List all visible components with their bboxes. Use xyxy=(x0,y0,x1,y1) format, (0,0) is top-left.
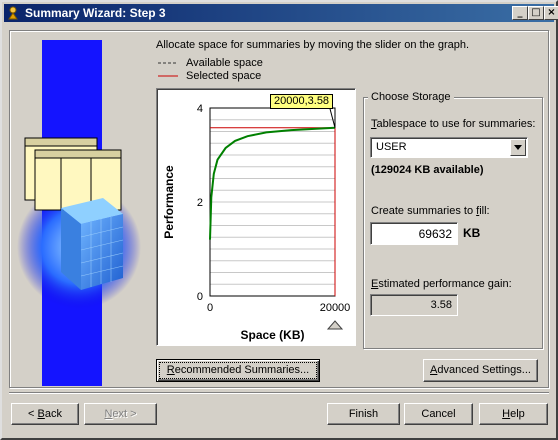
back-text: ack xyxy=(44,408,62,420)
next-text: ext xyxy=(112,408,128,420)
help-button[interactable]: Help xyxy=(479,403,548,425)
gain-label-text: stimated performance gain: xyxy=(378,278,512,290)
fill-label-suffix: ill: xyxy=(479,205,490,217)
performance-chart-panel[interactable]: 4 2 0 0 20000 Space (KB) Performance 20000,3.5… xyxy=(156,88,356,346)
tablespace-select-value: USER xyxy=(376,141,407,153)
y-tick-label: 4 xyxy=(197,103,203,115)
next-button[interactable]: Next > xyxy=(84,403,157,425)
next-arrow-icon: > xyxy=(127,408,137,420)
title-bar[interactable]: Summary Wizard: Step 3 _ □ × xyxy=(4,4,558,22)
dropdown-arrow-button[interactable] xyxy=(510,139,526,156)
fill-size-value: 69632 xyxy=(418,227,452,241)
wizard-app-icon xyxy=(7,6,21,20)
x-tick-label: 0 xyxy=(207,302,213,314)
estimated-gain-field: 3.58 xyxy=(370,294,458,316)
fill-size-input[interactable]: 69632 xyxy=(370,222,458,245)
fill-unit-label: KB xyxy=(463,226,481,240)
recommended-summaries-button[interactable]: Recommended Summaries... xyxy=(156,359,320,382)
fill-label: Create summaries to fill: xyxy=(371,205,490,217)
available-space-text: (129024 KB available) xyxy=(371,164,484,176)
gain-label: Estimated performance gain: xyxy=(371,278,512,290)
y-axis-label: Performance xyxy=(162,165,176,239)
chevron-down-icon xyxy=(514,145,522,150)
maximize-button[interactable]: □ xyxy=(528,6,544,20)
estimated-gain-value: 3.58 xyxy=(430,299,452,311)
window-title: Summary Wizard: Step 3 xyxy=(25,6,166,20)
choose-storage-label: Choose Storage xyxy=(368,91,454,103)
wizard-illustration xyxy=(11,32,151,386)
legend-available-label: Available space xyxy=(186,57,263,69)
back-mnemonic: B xyxy=(37,408,45,420)
recommended-mnemonic: R xyxy=(166,364,175,376)
instruction-text: Allocate space for summaries by moving t… xyxy=(156,39,470,51)
x-tick-label: 20000 xyxy=(320,302,351,314)
back-button[interactable]: < Back xyxy=(11,403,79,425)
button-separator xyxy=(9,392,549,394)
space-slider-handle[interactable] xyxy=(326,320,344,330)
advanced-settings-button[interactable]: Advanced Settings... xyxy=(423,359,538,382)
y-tick-label: 0 xyxy=(197,291,203,303)
finish-button[interactable]: Finish xyxy=(327,403,400,425)
performance-series-line xyxy=(209,126,336,240)
back-arrow-icon: < xyxy=(28,408,38,420)
tablespace-select[interactable]: USER xyxy=(370,137,528,158)
cancel-button[interactable]: Cancel xyxy=(404,403,473,425)
performance-chart[interactable]: 4 2 00 20000 Space (KB) Performance xyxy=(157,89,355,345)
tablespace-label-text: ablespace to use for summaries: xyxy=(376,118,536,130)
help-text: elp xyxy=(510,408,525,420)
legend-selected-label: Selected space xyxy=(186,70,262,82)
tablespace-label: Tablespace to use for summaries: xyxy=(371,118,535,130)
y-tick-label: 2 xyxy=(197,197,203,209)
chart-legend: Available space Selected space xyxy=(156,57,276,85)
x-axis-label: Space (KB) xyxy=(240,328,304,342)
minimize-button[interactable]: _ xyxy=(512,6,528,20)
fill-label-text: Create summaries to xyxy=(371,205,477,217)
recommended-text: ecommended Summaries... xyxy=(174,364,310,376)
summary-wizard-window: Summary Wizard: Step 3 _ □ × Allocate sp… xyxy=(0,0,558,440)
close-button[interactable]: × xyxy=(544,6,558,20)
chart-tooltip: 20000,3.58 xyxy=(270,94,334,109)
advanced-text: dvanced Settings... xyxy=(437,364,531,376)
help-mnemonic: H xyxy=(502,408,511,420)
